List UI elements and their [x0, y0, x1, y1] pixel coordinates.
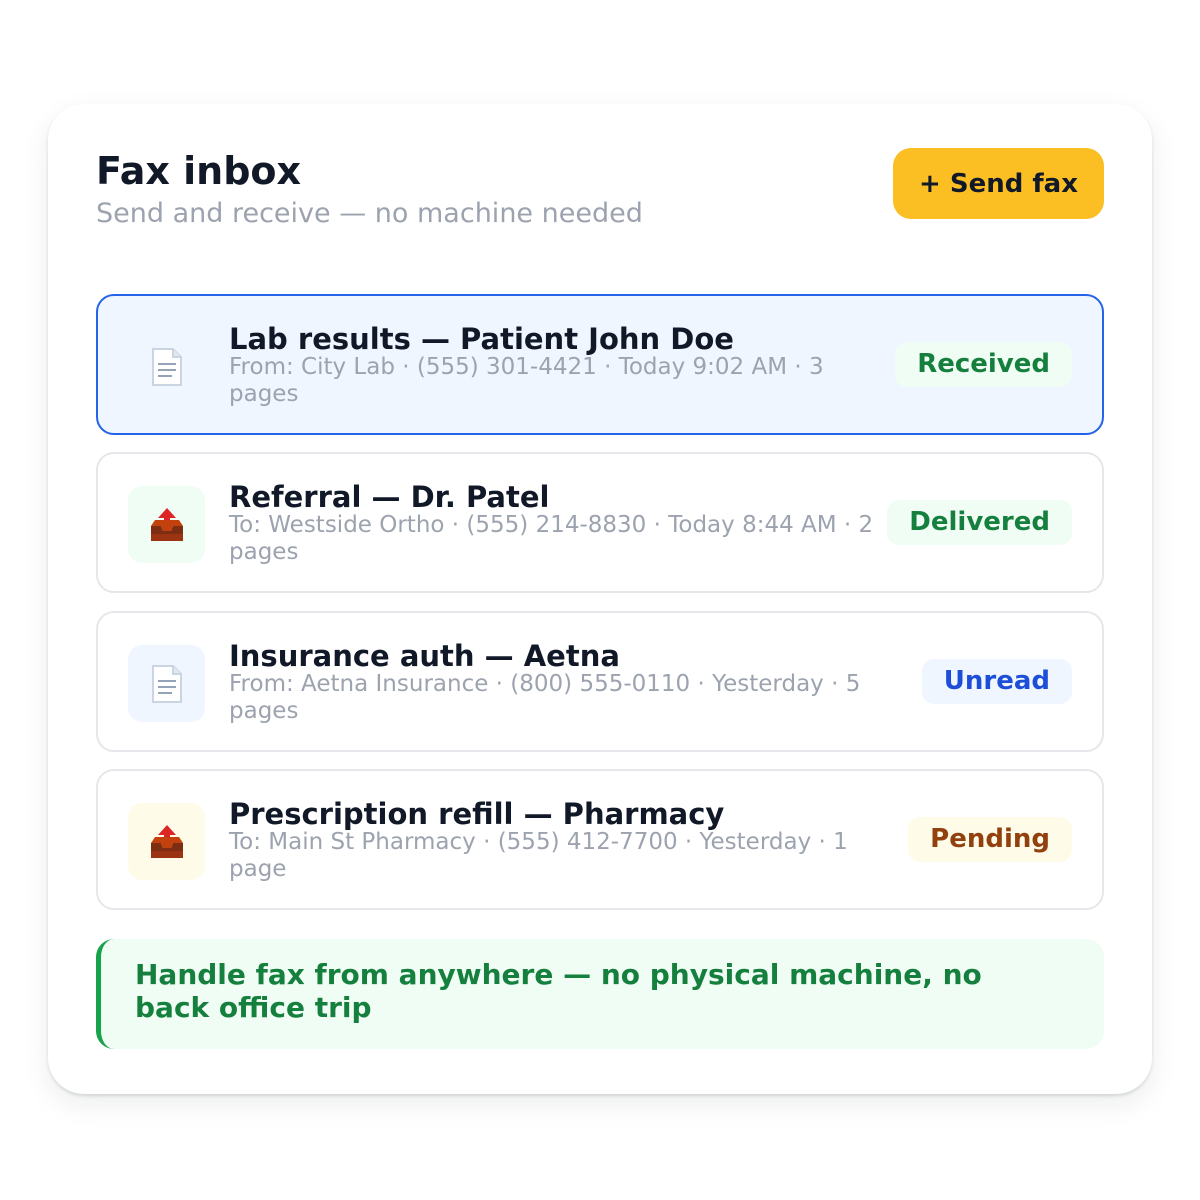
fax-meta: From: City Lab · (555) 301-4421 · Today … — [229, 354, 824, 407]
document-icon — [150, 347, 184, 387]
row-icon-wrap — [128, 645, 205, 722]
fax-row[interactable]: Lab results — Patient John Doe From: Cit… — [96, 294, 1104, 435]
fax-title: Prescription refill — Pharmacy — [229, 797, 725, 831]
fax-title: Lab results — Patient John Doe — [229, 322, 734, 356]
document-icon — [150, 664, 184, 704]
fax-title: Referral — Dr. Patel — [229, 480, 550, 514]
fax-row[interactable]: Referral — Dr. Patel To: Westside Ortho … — [96, 452, 1104, 593]
page-subtitle: Send and receive — no machine needed — [96, 198, 643, 229]
header: Fax inbox Send and receive — no machine … — [96, 148, 1104, 238]
fax-inbox-card: Fax inbox Send and receive — no machine … — [48, 104, 1152, 1094]
status-badge: Unread — [921, 659, 1072, 704]
outbox-tray-icon — [147, 506, 187, 544]
fax-row[interactable]: Prescription refill — Pharmacy To: Main … — [96, 769, 1104, 910]
info-banner: Handle fax from anywhere — no physical m… — [96, 939, 1104, 1049]
fax-meta: To: Westside Ortho · (555) 214-8830 · To… — [229, 512, 874, 565]
fax-row[interactable]: Insurance auth — Aetna From: Aetna Insur… — [96, 611, 1104, 752]
row-icon-wrap — [128, 328, 205, 405]
info-banner-text: Handle fax from anywhere — no physical m… — [135, 958, 982, 1024]
page-title: Fax inbox — [96, 149, 302, 193]
send-fax-button[interactable]: + Send fax — [893, 148, 1104, 219]
status-badge: Delivered — [887, 500, 1072, 545]
row-icon-wrap — [128, 486, 205, 563]
fax-meta: To: Main St Pharmacy · (555) 412-7700 · … — [229, 829, 848, 882]
status-badge: Pending — [908, 817, 1072, 862]
status-badge: Received — [895, 342, 1072, 387]
fax-title: Insurance auth — Aetna — [229, 639, 620, 673]
fax-meta: From: Aetna Insurance · (800) 555-0110 ·… — [229, 671, 861, 724]
outbox-tray-icon — [147, 823, 187, 861]
row-icon-wrap — [128, 803, 205, 880]
